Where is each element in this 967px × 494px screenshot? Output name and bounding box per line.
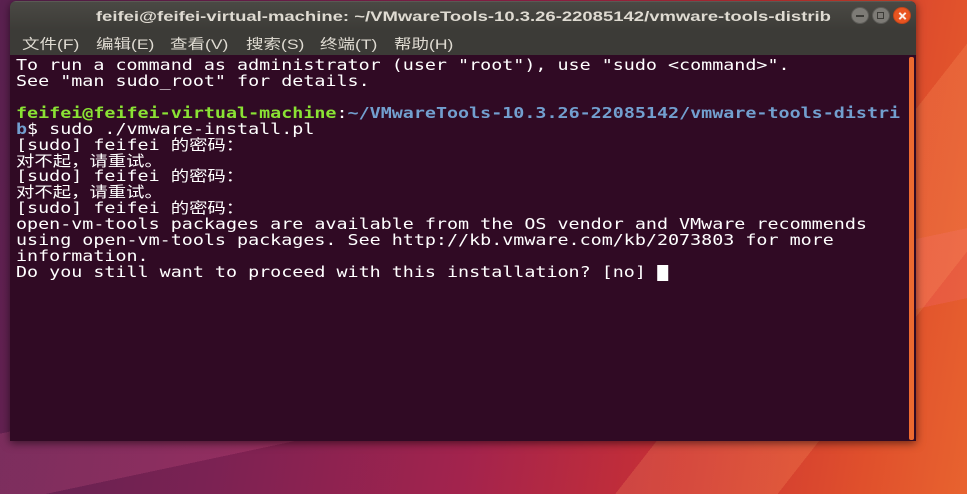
menu-item-terminal[interactable]: 终端(T) bbox=[320, 34, 377, 55]
title-bar[interactable]: feifei@feifei-virtual-machine: ~/VMwareT… bbox=[10, 1, 916, 31]
minimize-icon bbox=[856, 14, 864, 17]
close-button[interactable] bbox=[893, 7, 911, 24]
scrollbar[interactable] bbox=[909, 57, 914, 440]
terminal-text: To run a command as administrator (user … bbox=[16, 57, 906, 281]
terminal-cursor bbox=[656, 264, 669, 281]
close-icon bbox=[894, 8, 910, 23]
menu-item-help[interactable]: 帮助(H) bbox=[394, 34, 453, 55]
menu-item-view[interactable]: 查看(V) bbox=[170, 34, 228, 55]
maximize-button[interactable] bbox=[872, 7, 890, 24]
minimize-button[interactable] bbox=[851, 7, 869, 24]
prompt-separator: : bbox=[336, 103, 348, 122]
menu-item-file[interactable]: 文件(F) bbox=[22, 34, 79, 55]
terminal-output-area[interactable]: To run a command as administrator (user … bbox=[10, 55, 916, 441]
menu-item-search[interactable]: 搜索(S) bbox=[246, 34, 304, 55]
terminal-window: feifei@feifei-virtual-machine: ~/VMwareT… bbox=[10, 1, 916, 441]
install-question: Do you still want to proceed with this i… bbox=[16, 262, 657, 281]
window-title: feifei@feifei-virtual-machine: ~/VMwareT… bbox=[95, 8, 831, 24]
terminal-line: See "man sudo_root" for details. bbox=[16, 71, 370, 90]
prompt-command: sudo ./vmware-install.pl bbox=[49, 119, 315, 138]
install-question-line: Do you still want to proceed with this i… bbox=[16, 262, 906, 281]
prompt-symbol: $ bbox=[27, 119, 50, 138]
prompt-line: feifei@feifei-virtual-machine:~/VMwareTo… bbox=[16, 103, 906, 138]
terminal-line: using open-vm-tools packages. See http:/… bbox=[16, 231, 834, 250]
window-controls bbox=[845, 2, 916, 31]
title-container: feifei@feifei-virtual-machine: ~/VMwareT… bbox=[10, 2, 916, 31]
menu-bar: 文件(F) 编辑(E) 查看(V) 搜索(S) 终端(T) 帮助(H) bbox=[10, 31, 916, 55]
maximize-icon bbox=[877, 11, 884, 19]
menu-item-edit[interactable]: 编辑(E) bbox=[96, 34, 154, 55]
